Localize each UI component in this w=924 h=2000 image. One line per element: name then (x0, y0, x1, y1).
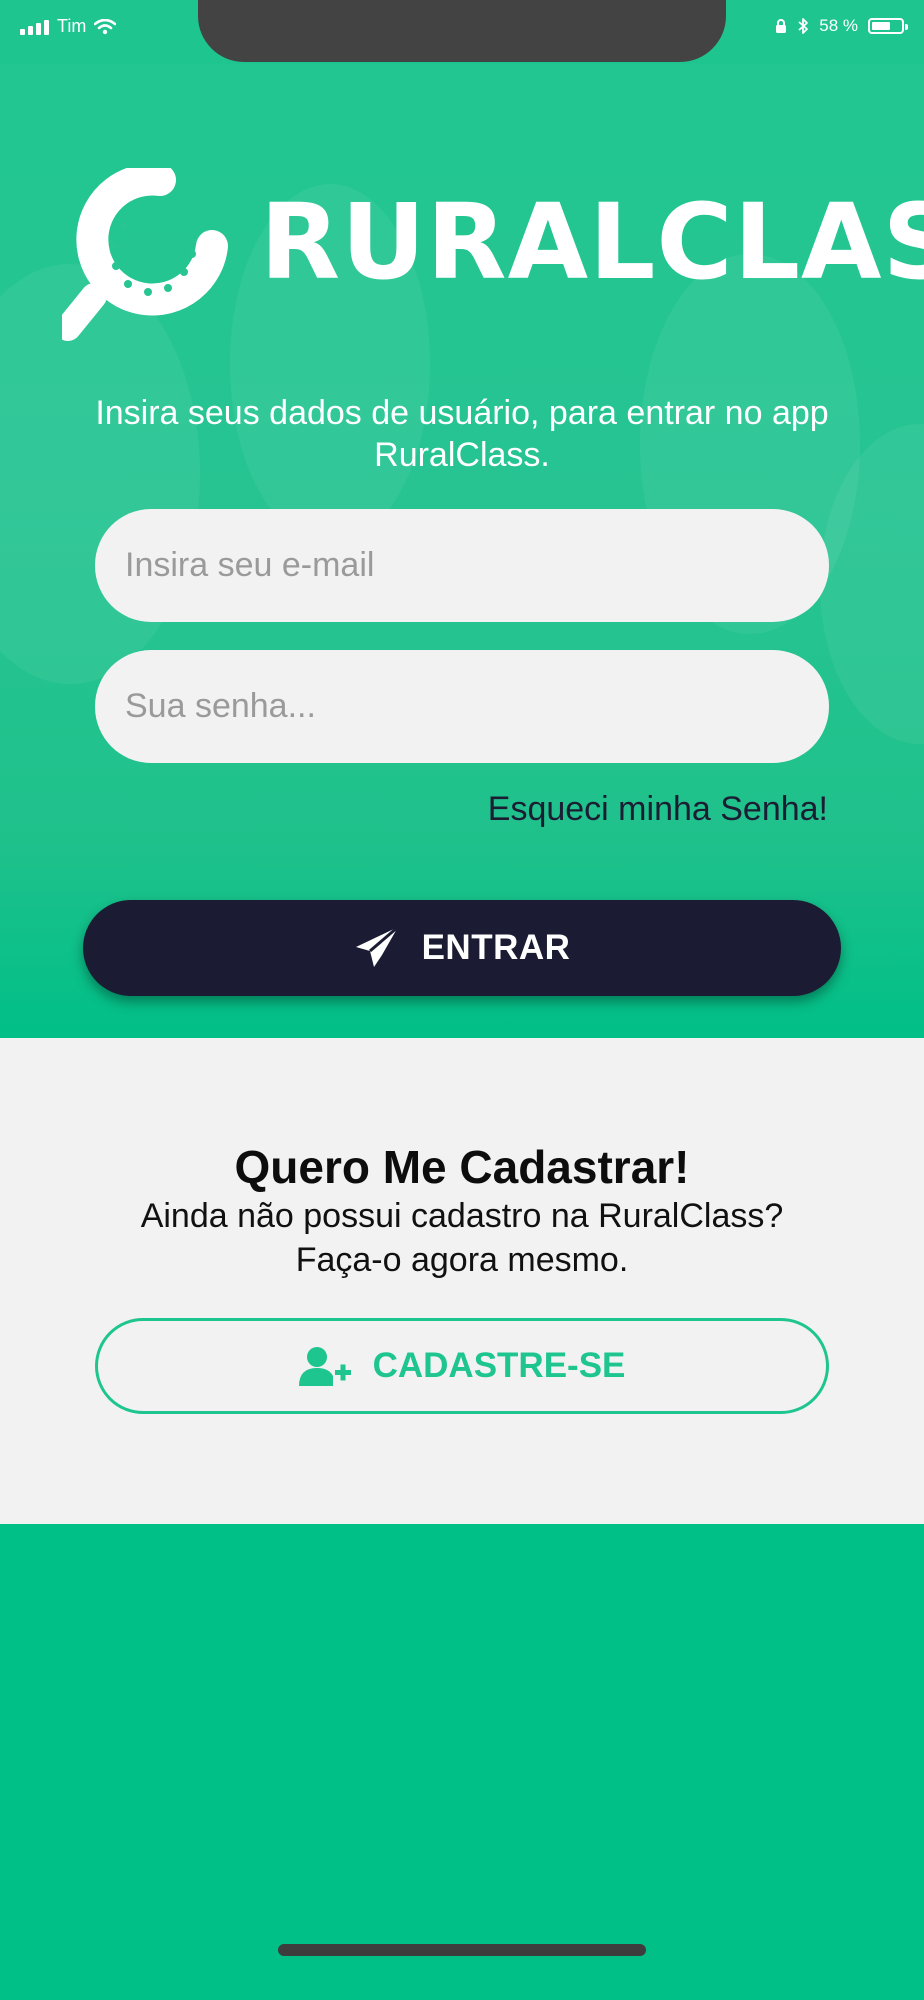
enter-button-label: ENTRAR (421, 928, 571, 967)
signup-text: Ainda não possui cadastro na RuralClass?… (0, 1194, 924, 1282)
password-input[interactable] (95, 650, 829, 763)
status-left: Tim (20, 16, 117, 37)
login-tagline: Insira seus dados de usuário, para entra… (95, 394, 829, 474)
signup-text-line: Faça-o agora mesmo. (295, 1241, 629, 1279)
ruralclass-logo: RURALCLASS (62, 168, 924, 348)
horseshoe-magnifier-icon (62, 168, 228, 341)
login-hero: RURALCLASS Insira seus dados de usuário,… (0, 64, 924, 1038)
wifi-icon (94, 18, 117, 34)
signup-text-line: Ainda não possui cadastro na RuralClass? (140, 1197, 784, 1235)
device-notch (198, 0, 726, 62)
forgot-password-link[interactable]: Esqueci minha Senha! (488, 790, 828, 829)
status-bar: Tim 58 % (0, 0, 924, 64)
carrier-label: Tim (57, 16, 87, 36)
user-plus-icon (298, 1347, 351, 1386)
enter-button[interactable]: ENTRAR (83, 900, 841, 996)
lock-icon (776, 19, 787, 33)
logo-text: RURALCLASS (260, 181, 924, 303)
paper-plane-icon (355, 925, 399, 967)
signup-title: Quero Me Cadastrar! (234, 1141, 690, 1193)
signup-panel: Quero Me Cadastrar! Ainda não possui cad… (0, 1038, 924, 1524)
battery-percent: 58 % (819, 16, 858, 35)
battery-icon (868, 18, 908, 34)
home-indicator[interactable] (278, 1944, 646, 1956)
bluetooth-icon (798, 18, 809, 34)
signal-icon (20, 19, 49, 35)
signup-button[interactable]: CADASTRE-SE (95, 1318, 829, 1414)
signup-button-label: CADASTRE-SE (372, 1346, 626, 1385)
status-right: 58 % (775, 16, 908, 36)
email-input[interactable] (95, 509, 829, 622)
